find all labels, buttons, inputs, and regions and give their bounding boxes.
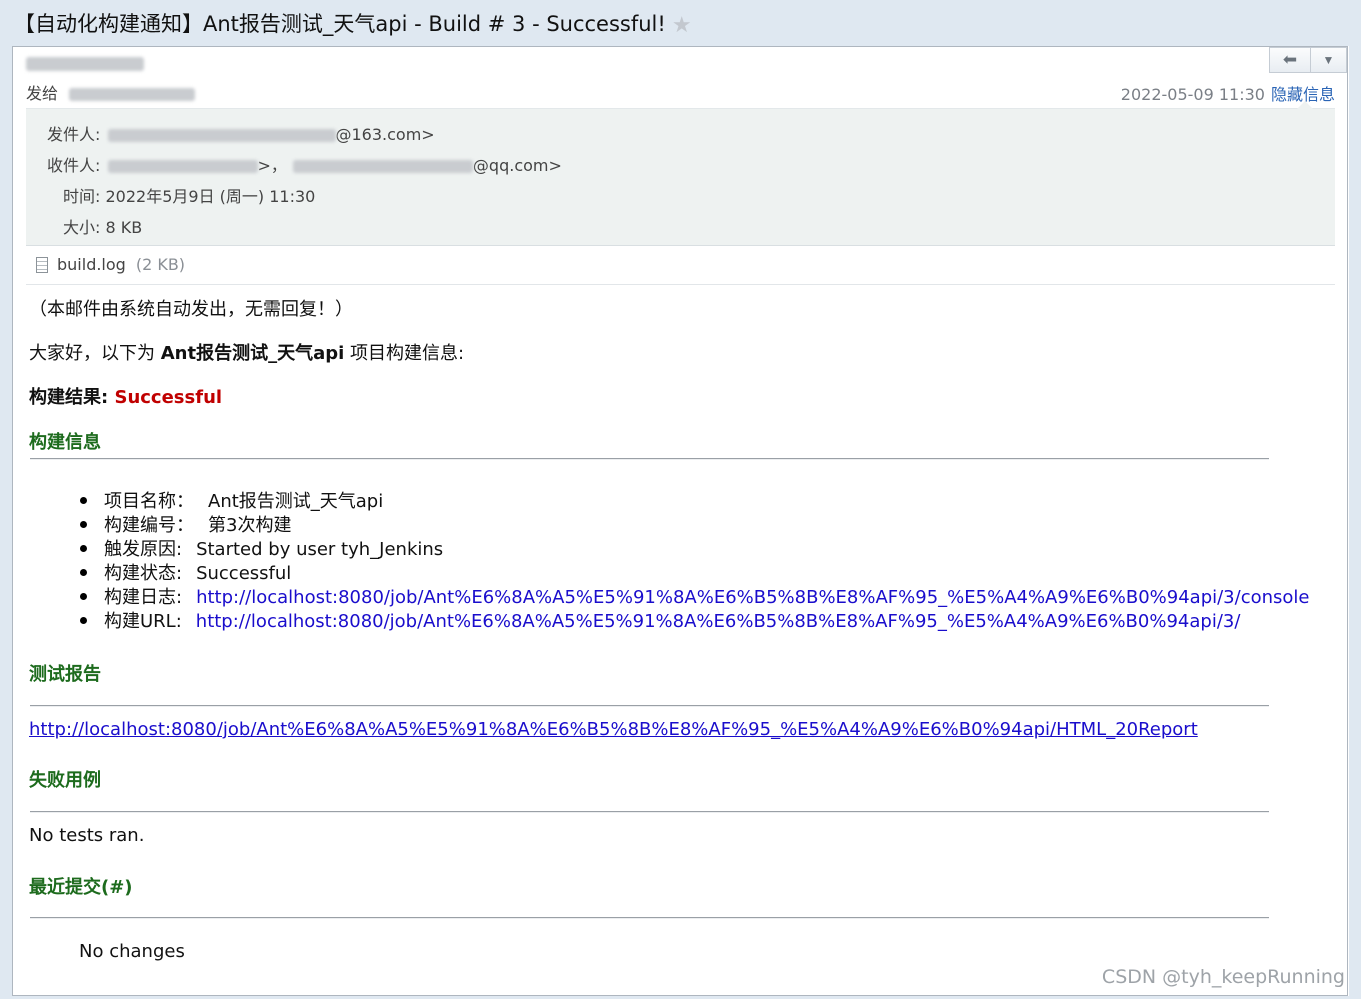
from-address-suffix[interactable]: @163.com> (336, 125, 435, 144)
build-result-value: Successful (114, 387, 223, 408)
test-report-heading: 测试报告 (29, 664, 101, 685)
to-row: 收件人: >， @qq.com> (47, 152, 562, 176)
to-separator: >， (257, 156, 287, 175)
redacted-text (292, 160, 473, 173)
failed-cases-text: No tests ran. (29, 825, 145, 846)
redacted-text (26, 56, 144, 71)
from-label: 发件人: (47, 125, 101, 144)
info-label: 构建日志: (104, 587, 183, 608)
chevron-down-icon: ▼ (1322, 53, 1335, 67)
email-date: 2022-05-09 11:30 (1120, 85, 1265, 104)
info-value: 第3次构建 (208, 515, 292, 536)
sendto-label: 发给 (26, 84, 59, 103)
attachment-divider (26, 284, 1335, 285)
email-subject: 【自动化构建通知】Ant报告测试_天气api - Build # 3 - Suc… (14, 8, 692, 38)
auto-note: （本邮件由系统自动发出，无需回复！） (29, 299, 353, 320)
attachment-name[interactable]: build.log (57, 255, 126, 274)
sendto-row: 发给 (26, 80, 196, 104)
window-titlebar: 【自动化构建通知】Ant报告测试_天气api - Build # 3 - Suc… (0, 0, 1361, 46)
build-log-link[interactable]: http://localhost:8080/job/Ant%E6%8A%A5%E… (196, 587, 1309, 608)
list-item: 构建编号： 第3次构建 (80, 514, 1310, 538)
section-divider (30, 917, 1269, 919)
size-value: 8 KB (105, 218, 143, 237)
size-label: 大小: (63, 218, 101, 237)
to-address-suffix[interactable]: @qq.com> (473, 156, 562, 175)
email-details-panel: 发件人: @163.com> 收件人: >， @qq.com> 时间: 2022年… (26, 101, 1335, 246)
recent-commits-text: No changes (79, 941, 185, 962)
redacted-text (107, 160, 258, 173)
info-label: 触发原因: (104, 539, 183, 560)
info-value: Ant报告测试_天气api (208, 491, 384, 512)
file-icon (36, 257, 48, 273)
info-label: 项目名称： (104, 491, 194, 512)
redacted-text (107, 129, 336, 142)
section-divider (30, 458, 1269, 460)
from-row: 发件人: @163.com> (47, 121, 435, 145)
build-result: 构建结果: Successful (29, 383, 222, 409)
time-value: 2022年5月9日 (周一) 11:30 (105, 187, 316, 206)
greeting-suffix: 项目构建信息: (344, 343, 465, 364)
attachment-size: (2 KB) (135, 255, 186, 274)
info-label: 构建URL: (104, 611, 182, 632)
redacted-text (69, 88, 196, 101)
info-value: Started by user tyh_Jenkins (196, 539, 444, 560)
build-url-link[interactable]: http://localhost:8080/job/Ant%E6%8A%A5%E… (196, 611, 1241, 632)
section-divider (30, 705, 1269, 707)
more-actions-button[interactable]: ▼ (1311, 48, 1346, 72)
build-result-label: 构建结果: (29, 387, 109, 408)
details-caret (1297, 101, 1313, 109)
reply-icon: ⬅ (1282, 50, 1298, 69)
size-row: 大小: 8 KB (63, 214, 142, 238)
test-report-link[interactable]: http://localhost:8080/job/Ant%E6%8A%A5%E… (29, 719, 1198, 740)
frame-right-edge (1349, 46, 1361, 999)
list-item: 构建URL: http://localhost:8080/job/Ant%E6%8… (80, 610, 1310, 634)
email-subject-text: 【自动化构建通知】Ant报告测试_天气api - Build # 3 - Suc… (14, 12, 666, 36)
section-divider (30, 811, 1269, 813)
frame-left-edge (0, 46, 12, 999)
list-item: 构建状态: Successful (80, 562, 1310, 586)
reply-button-group: ⬅ ▼ (1269, 47, 1347, 73)
list-item: 构建日志: http://localhost:8080/job/Ant%E6%8A… (80, 586, 1310, 610)
info-label: 构建状态: (104, 563, 183, 584)
recent-commits-heading: 最近提交(#) (29, 877, 133, 898)
list-item: 项目名称： Ant报告测试_天气api (80, 490, 1310, 514)
failed-cases-heading: 失败用例 (29, 770, 101, 791)
build-info-list: 项目名称： Ant报告测试_天气api 构建编号： 第3次构建 触发原因: Start… (80, 490, 1310, 634)
info-value: Successful (196, 563, 292, 584)
info-label: 构建编号： (104, 515, 194, 536)
time-label: 时间: (63, 187, 101, 206)
to-label: 收件人: (47, 156, 101, 175)
sender-name-redacted (26, 55, 144, 73)
list-item: 触发原因: Started by user tyh_Jenkins (80, 538, 1310, 562)
reply-button[interactable]: ⬅ (1270, 48, 1311, 72)
watermark: CSDN @tyh_keepRunning (1101, 966, 1345, 988)
attachment-row: build.log (2 KB) (36, 255, 185, 274)
star-icon[interactable]: ★ (672, 13, 692, 38)
build-info-heading: 构建信息 (29, 432, 101, 453)
project-name: Ant报告测试_天气api (160, 343, 345, 364)
greeting-prefix: 大家好，以下为 (29, 343, 161, 364)
greeting: 大家好，以下为 Ant报告测试_天气api 项目构建信息: (29, 339, 464, 365)
time-row: 时间: 2022年5月9日 (周一) 11:30 (63, 183, 315, 207)
